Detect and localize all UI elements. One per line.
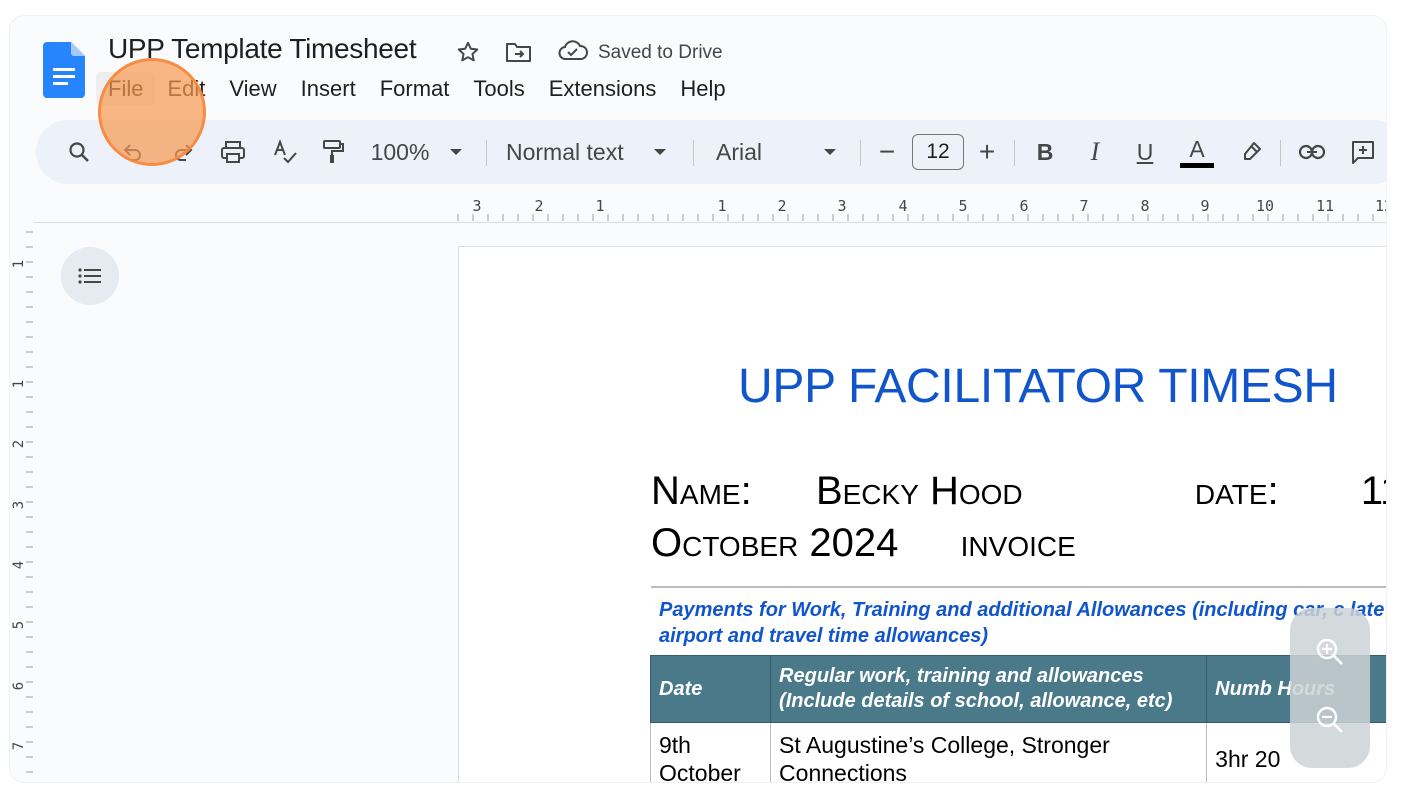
menu-format[interactable]: Format	[368, 72, 462, 106]
menu-help[interactable]: Help	[668, 72, 737, 106]
text-color-button[interactable]: A	[1178, 120, 1216, 184]
font-size-input[interactable]: 12	[912, 134, 964, 170]
toolbar-divider	[486, 140, 487, 166]
paint-format-icon[interactable]	[316, 120, 350, 184]
horizontal-rule	[651, 586, 1386, 588]
insert-link-icon[interactable]	[1294, 120, 1330, 184]
ruler-label: 2	[534, 197, 543, 215]
ruler-label: 2	[777, 197, 786, 215]
text-color-label: A	[1189, 135, 1205, 162]
menu-tools[interactable]: Tools	[461, 72, 536, 106]
table-cell-work: St Augustine’s College, Stronger Connect…	[770, 722, 1208, 782]
payments-note: Payments for Work, Training and addition…	[659, 599, 1385, 647]
month-invoice-line: October 2024 invoice	[651, 521, 1076, 566]
menu-view[interactable]: View	[217, 72, 288, 106]
font-chevron-down-icon[interactable]	[818, 120, 842, 184]
ruler-label: 3	[472, 197, 481, 215]
bold-button[interactable]: B	[1030, 120, 1060, 184]
ruler-label: 10	[1256, 197, 1274, 215]
ruler-label: 5	[958, 197, 967, 215]
table-header-date: Date	[649, 655, 772, 723]
save-status[interactable]: Saved to Drive	[558, 39, 723, 67]
saved-status-label: Saved to Drive	[598, 42, 723, 63]
font-family-value[interactable]: Arial	[716, 120, 826, 184]
zoom-out-icon[interactable]	[1290, 680, 1370, 760]
paragraph-style-value[interactable]: Normal text	[506, 120, 636, 184]
ruler-label: 9	[1200, 197, 1209, 215]
document-page[interactable]: UPP FACILITATOR TIMESH Name: Becky Hood …	[458, 246, 1386, 782]
underline-button[interactable]: U	[1130, 120, 1160, 184]
ruler-label: 3	[837, 197, 846, 215]
docs-logo-icon[interactable]	[43, 42, 85, 98]
table-header-row: Date Regular work, training and allowanc…	[649, 655, 1386, 723]
invoice-label: invoice	[960, 521, 1076, 565]
vertical-ruler[interactable]: 1 1 2 3 4 5 6 7	[10, 222, 34, 782]
move-folder-icon[interactable]	[505, 38, 533, 66]
date-label: date:	[1194, 469, 1279, 513]
table-row: 9th October St Augustine’s College, Stro…	[649, 722, 1386, 782]
highlight-pen-icon[interactable]	[1236, 120, 1266, 184]
toolbar: 100% Normal text Arial − 12 + B I U A	[36, 120, 1386, 184]
ruler-label: 1	[11, 260, 27, 268]
ruler-label: 8	[1140, 197, 1149, 215]
ruler-label: 11	[1316, 197, 1334, 215]
ruler-label: 1	[11, 380, 27, 388]
menu-insert[interactable]: Insert	[289, 72, 368, 106]
style-chevron-down-icon[interactable]	[648, 120, 672, 184]
month-value: October 2024	[651, 521, 899, 565]
cloud-done-icon	[558, 39, 588, 67]
ruler-label: 2	[11, 440, 27, 448]
ruler-label: 7	[11, 742, 27, 750]
cursor-highlight	[98, 58, 206, 166]
date-value: 11	[1360, 469, 1386, 513]
zoom-select-value[interactable]: 100%	[368, 120, 432, 184]
ruler-label: 4	[11, 561, 27, 569]
toolbar-divider	[860, 140, 861, 166]
name-value: Becky Hood	[815, 469, 1023, 513]
outline-list-icon	[78, 268, 101, 284]
search-menus-icon[interactable]	[62, 120, 96, 184]
text-color-swatch	[1180, 162, 1214, 168]
document-outline-button[interactable]	[61, 247, 119, 305]
ruler-label: 3	[11, 501, 27, 509]
ruler-label: 6	[11, 682, 27, 690]
horizontal-ruler[interactable]: 321123456789101112	[34, 194, 1386, 223]
menu-extensions[interactable]: Extensions	[537, 72, 669, 106]
ruler-label: 7	[1079, 197, 1088, 215]
italic-button[interactable]: I	[1080, 120, 1110, 184]
star-icon[interactable]	[454, 38, 482, 66]
docs-window: UPP Template Timesheet Saved to Drive Fi…	[10, 16, 1386, 782]
toolbar-divider	[1014, 140, 1015, 166]
ruler-label: 4	[898, 197, 907, 215]
ruler-label: 1	[717, 197, 726, 215]
timesheet-title: UPP FACILITATOR TIMESH	[738, 360, 1338, 413]
decrease-font-size-button[interactable]: −	[872, 120, 902, 184]
toolbar-divider	[1280, 140, 1281, 166]
zoom-chevron-down-icon[interactable]	[444, 120, 468, 184]
print-icon[interactable]	[216, 120, 250, 184]
increase-font-size-button[interactable]: +	[972, 120, 1002, 184]
add-comment-icon[interactable]	[1346, 120, 1380, 184]
spellcheck-icon[interactable]	[268, 120, 302, 184]
name-label: Name:	[651, 469, 752, 513]
table-header-work: Regular work, training and allowances (I…	[770, 655, 1208, 723]
ruler-label: 1	[595, 197, 604, 215]
ruler-label: 6	[1019, 197, 1028, 215]
zoom-controls	[1290, 608, 1370, 768]
ruler-label: 5	[11, 621, 27, 629]
table-cell-date: 9th October	[649, 722, 772, 782]
toolbar-divider	[693, 140, 694, 166]
timesheet-table: Date Regular work, training and allowanc…	[649, 655, 1386, 782]
name-date-line: Name: Becky Hood date: 11	[651, 469, 1386, 514]
ruler-label: 12	[1375, 197, 1386, 215]
